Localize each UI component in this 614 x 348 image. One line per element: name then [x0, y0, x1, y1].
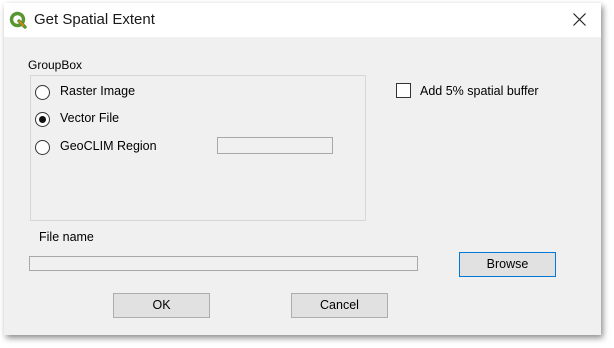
close-icon	[573, 13, 586, 26]
radio-button[interactable]	[35, 85, 50, 100]
radio-label: GeoCLIM Region	[60, 139, 157, 153]
title-bar[interactable]: Get Spatial Extent	[4, 3, 601, 37]
radio-button[interactable]	[35, 140, 50, 155]
ok-button[interactable]: OK	[113, 293, 210, 318]
geoclim-region-field[interactable]	[217, 137, 333, 154]
radio-selected-dot	[39, 116, 46, 123]
file-name-field[interactable]	[29, 256, 418, 271]
radio-label: Vector File	[60, 111, 120, 125]
checkbox-label: Add 5% spatial buffer	[420, 84, 539, 98]
file-name-label: File name	[39, 230, 94, 244]
groupbox-title: GroupBox	[28, 58, 83, 72]
cancel-button[interactable]: Cancel	[291, 293, 388, 318]
radio-label: Raster Image	[60, 84, 136, 98]
radio-button[interactable]	[35, 112, 50, 127]
window-title: Get Spatial Extent	[34, 11, 155, 28]
close-button[interactable]	[557, 3, 601, 37]
checkbox[interactable]	[396, 83, 411, 98]
get-spatial-extent-dialog: Get Spatial Extent GroupBox Raster Image…	[4, 3, 601, 335]
browse-button[interactable]: Browse	[459, 252, 556, 277]
qgis-logo-icon	[9, 11, 27, 29]
